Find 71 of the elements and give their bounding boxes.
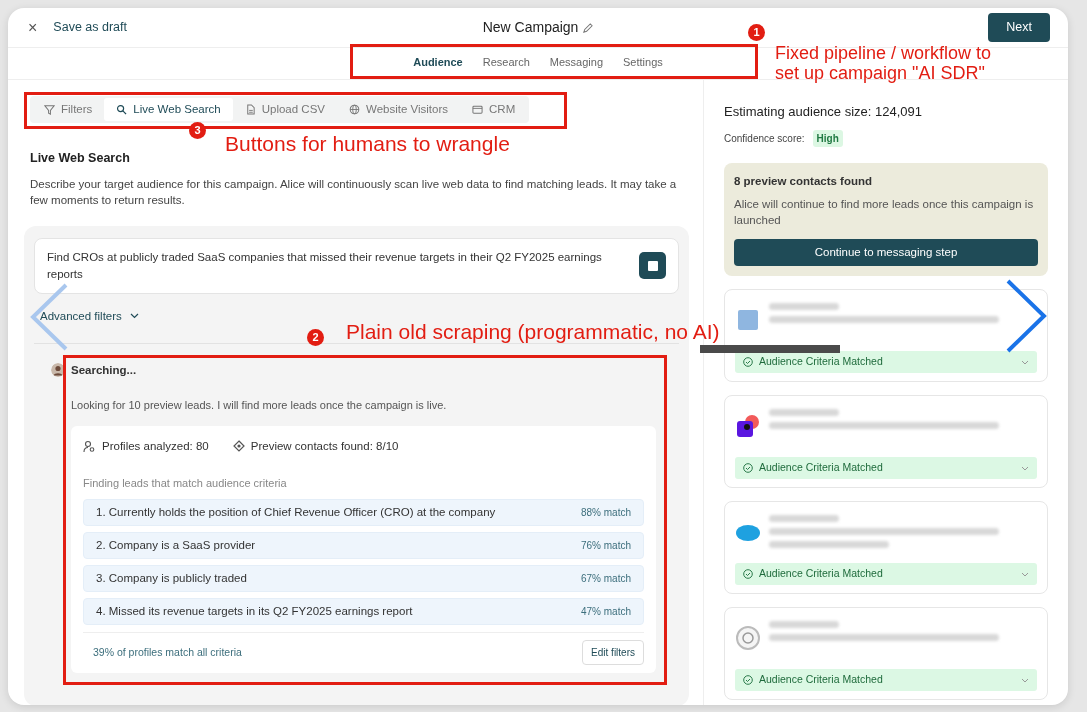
contacts-found: Preview contacts found: 8/10 <box>250 438 399 454</box>
close-icon[interactable]: × <box>28 15 38 40</box>
profiles-analyzed: Profiles analyzed: 80 <box>102 438 209 454</box>
check-circle-icon <box>743 357 753 368</box>
criteria-matched-bar[interactable]: Audience Criteria Matched <box>735 351 1037 374</box>
chevron-down-icon <box>1021 571 1029 577</box>
logo-ring <box>735 625 761 652</box>
globe-icon <box>349 104 360 116</box>
criteria-matched-bar[interactable]: Audience Criteria Matched <box>735 669 1037 692</box>
annotation-text: Buttons for humans to wrangle <box>225 132 510 157</box>
tab[interactable]: Audience <box>403 48 473 79</box>
search-status: Searching... <box>71 362 138 378</box>
match-summary: 39% of profiles match all criteria <box>92 644 242 660</box>
source-button[interactable]: Filters <box>32 98 105 122</box>
file-icon <box>244 104 256 116</box>
preview-title: 8 preview contacts found <box>734 173 874 189</box>
match-percent: 67% match <box>580 572 631 587</box>
audience-size: Estimating audience size: 124,091 <box>724 103 923 121</box>
blurred-text <box>769 621 839 629</box>
section-title: Live Web Search <box>30 150 131 168</box>
search-icon <box>116 104 128 116</box>
chevron-right-icon[interactable] <box>1004 278 1048 354</box>
check-circle-icon <box>743 675 753 686</box>
campaign-title: New Campaign <box>482 19 579 35</box>
blurred-text <box>769 409 839 417</box>
confidence-badge: High <box>812 129 843 147</box>
target-icon <box>232 440 245 453</box>
preview-text: Alice will continue to find more leads once this campaign is launched <box>734 196 1035 229</box>
avatar <box>51 362 65 377</box>
save-draft-link[interactable]: Save as draft <box>53 18 127 37</box>
chevron-down-icon <box>1021 465 1029 471</box>
check-circle-icon <box>743 463 753 474</box>
confidence-label: Confidence score: <box>724 131 805 146</box>
source-button[interactable]: Upload CSV <box>232 98 337 122</box>
annotation-text: Fixed pipeline / workflow to set up campaign "AI SDR" <box>775 43 993 83</box>
criterion-text: 1. Currently holds the position of Chief Revenue Officer (CRO) at the company <box>96 505 496 521</box>
check-circle-icon <box>743 569 753 580</box>
criteria-matched-bar[interactable]: Audience Criteria Matched <box>735 457 1037 480</box>
chevron-down-icon <box>129 313 139 320</box>
criterion-text: 4. Missed its revenue targets in its Q2 FY2025 earnings report <box>96 604 413 620</box>
criterion-text: 2. Company is a SaaS provider <box>96 538 256 554</box>
filter-icon <box>44 104 55 116</box>
tab[interactable]: Messaging <box>539 48 613 79</box>
tab[interactable]: Settings <box>613 48 673 79</box>
chevron-down-icon <box>1021 677 1029 683</box>
next-button[interactable]: Next <box>988 13 1050 42</box>
prompt-field[interactable]: Find CROs at publicly traded SaaS companies that missed their revenue targets in their Q2 FY2025 earnings reports <box>34 238 679 294</box>
annotation-text: Plain old scraping (programmatic, no AI) <box>346 320 720 344</box>
tab[interactable]: Research <box>472 48 540 79</box>
criteria-heading: Finding leads that match audience criteria <box>83 475 288 491</box>
card-icon <box>472 104 483 116</box>
search-message: Looking for 10 preview leads. I will find more leads once the campaign is live. <box>71 398 448 414</box>
match-percent: 88% match <box>580 506 631 521</box>
match-percent: 47% match <box>580 605 631 620</box>
source-button[interactable]: CRM <box>460 98 528 122</box>
logo-mark <box>735 413 761 440</box>
stop-button[interactable] <box>639 252 666 280</box>
criteria-matched-bar[interactable]: Audience Criteria Matched <box>735 563 1037 586</box>
advanced-filters-toggle[interactable]: Advanced filters <box>40 307 139 325</box>
section-description: Describe your target audience for this campaign. Alice will continuously scan live web data to find matching leads. It may take a few moments to return results. <box>30 177 678 209</box>
source-button[interactable]: Live Web Search <box>104 98 233 122</box>
continue-button[interactable]: Continue to messaging step <box>734 239 1038 267</box>
chevron-down-icon <box>1021 359 1029 365</box>
blurred-text <box>769 303 839 311</box>
edit-filters-button[interactable]: Edit filters <box>582 640 644 666</box>
blurred-text <box>769 515 839 523</box>
source-button[interactable]: Website Visitors <box>337 98 460 122</box>
pencil-icon[interactable] <box>582 22 594 34</box>
criterion-text: 3. Company is publicly traded <box>96 571 247 587</box>
user-search-icon <box>83 439 96 453</box>
match-percent: 76% match <box>580 539 631 554</box>
